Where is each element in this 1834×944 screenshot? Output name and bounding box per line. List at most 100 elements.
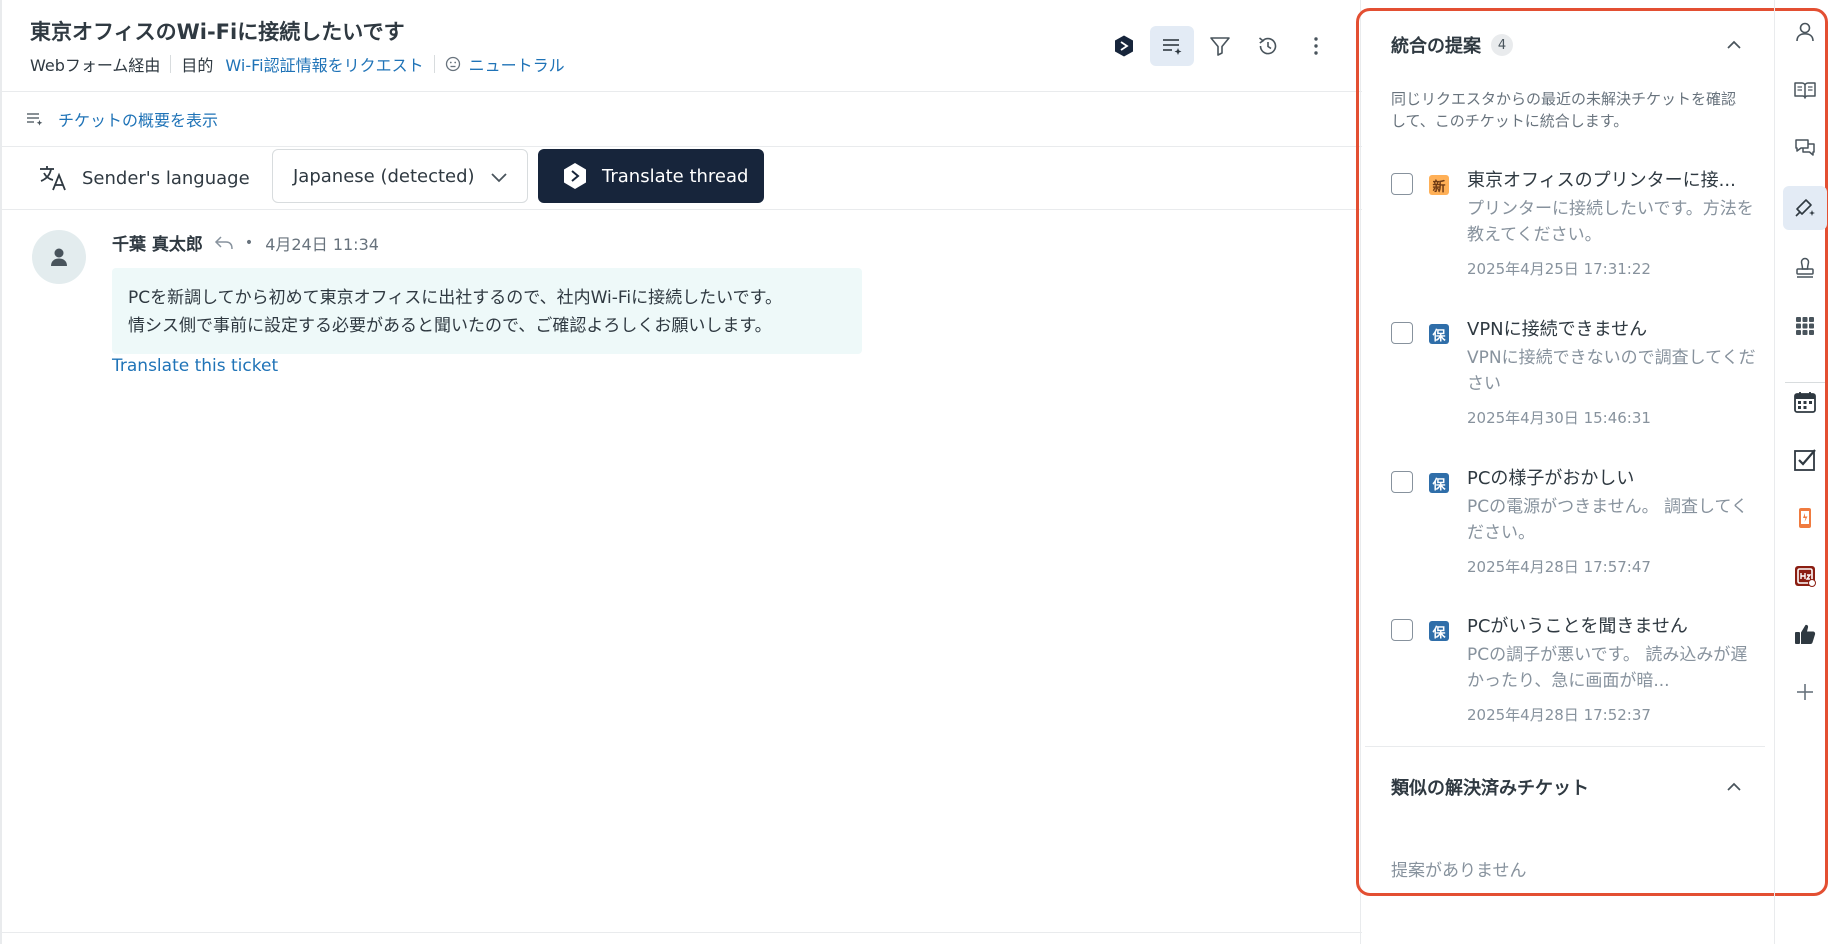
suggestion-date: 2025年4月30日 15:46:31 bbox=[1467, 409, 1651, 427]
ticket-toolbar bbox=[1102, 26, 1342, 66]
translate-thread-label: Translate thread bbox=[602, 165, 749, 187]
calendar-icon bbox=[1794, 392, 1816, 413]
copilot-button[interactable] bbox=[1102, 26, 1146, 66]
ticket-summary-row[interactable]: チケットの概要を表示 bbox=[2, 92, 1362, 147]
thumbs-up-icon bbox=[1795, 624, 1816, 644]
history-button[interactable] bbox=[1246, 26, 1290, 66]
suggestion-date: 2025年4月25日 17:31:22 bbox=[1467, 260, 1651, 278]
sentiment-indicator[interactable]: ニュートラル bbox=[445, 52, 565, 76]
checklist-icon bbox=[1794, 449, 1816, 471]
rail-feedback-button[interactable] bbox=[1789, 618, 1821, 650]
apps-grid-icon bbox=[1796, 317, 1814, 335]
context-panel: 統合の提案 4 同じリクエスタからの最近の未解決チケットを確認して、このチケット… bbox=[1360, 0, 1774, 944]
translate-thread-button[interactable]: Translate thread bbox=[538, 149, 764, 203]
suggestion-body: VPNに接続できないので調査してください bbox=[1467, 348, 1756, 394]
no-suggestions-text: 提案がありません bbox=[1391, 861, 1527, 881]
channel-label: Webフォーム経由 bbox=[30, 56, 161, 75]
knowledge-icon bbox=[1794, 82, 1816, 99]
summary-sparkle-icon bbox=[27, 113, 43, 126]
suggestion-title[interactable]: VPNに接続できません bbox=[1467, 315, 1757, 341]
divider bbox=[1785, 382, 1825, 383]
divider bbox=[170, 55, 172, 73]
purpose-link[interactable]: Wi-Fi認証情報をリクエスト bbox=[225, 52, 423, 76]
chevron-up-icon[interactable] bbox=[1723, 776, 1745, 798]
ticket-header: 東京オフィスのWi-Fiに接続したいです Webフォーム経由 目的 Wi-Fi認… bbox=[2, 0, 1362, 92]
conversations-icon bbox=[1795, 139, 1815, 156]
rail-user-button[interactable] bbox=[1789, 16, 1821, 48]
ticket-title: 東京オフィスのWi-Fiに接続したいです bbox=[30, 20, 405, 44]
similar-tickets-title: 類似の解決済みチケット bbox=[1391, 778, 1589, 799]
suggestion-date: 2025年4月28日 17:57:47 bbox=[1467, 558, 1651, 576]
sentiment-label: ニュートラル bbox=[468, 56, 565, 75]
suggestion-checkbox[interactable] bbox=[1391, 619, 1413, 641]
status-badge: 新 bbox=[1429, 175, 1449, 195]
add-icon bbox=[1797, 684, 1813, 700]
similar-tickets-header[interactable]: 類似の解決済みチケット bbox=[1391, 774, 1589, 800]
merge-suggestions-title: 統合の提案 bbox=[1391, 36, 1481, 57]
suggestion-body: PCの電源がつきません。 調査してください。 bbox=[1467, 497, 1748, 543]
suggestion-date: 2025年4月28日 17:52:37 bbox=[1467, 706, 1651, 724]
rail-intelligence-button[interactable] bbox=[1783, 186, 1827, 230]
context-icon-rail bbox=[1774, 0, 1834, 944]
status-badge: 保 bbox=[1429, 324, 1449, 344]
rail-mobile-app-button[interactable] bbox=[1789, 502, 1821, 534]
translation-bar: Sender's language Japanese (detected) Tr… bbox=[2, 147, 1362, 210]
suggestion-checkbox[interactable] bbox=[1391, 322, 1413, 344]
language-select[interactable]: Japanese (detected) bbox=[272, 149, 528, 203]
rail-add-button[interactable] bbox=[1789, 676, 1821, 708]
rail-stamp-button[interactable] bbox=[1789, 252, 1821, 284]
suggestion-title[interactable]: 東京オフィスのプリンターに接... bbox=[1467, 166, 1757, 192]
suggestion-checkbox[interactable] bbox=[1391, 173, 1413, 195]
message-line: 情シス側で事前に設定する必要があると聞いたので、ご確認よろしくお願いします。 bbox=[128, 316, 772, 336]
suggestion-body: PCの調子が悪いです。 読み込みが遅かったり、急に画面が暗... bbox=[1467, 645, 1748, 691]
filter-button[interactable] bbox=[1198, 26, 1242, 66]
copilot-icon bbox=[1115, 35, 1133, 57]
merge-suggestion-item[interactable]: 保 VPNに接続できません VPNに接続できないので調査してください 2025年… bbox=[1391, 315, 1761, 433]
avatar[interactable] bbox=[32, 230, 86, 284]
divider bbox=[1365, 746, 1765, 747]
rail-apps-button[interactable] bbox=[1789, 310, 1821, 342]
translate-ticket-link[interactable]: Translate this ticket bbox=[112, 356, 278, 376]
sender-language-label: Sender's language bbox=[38, 163, 250, 193]
merge-description: 同じリクエスタからの最近の未解決チケットを確認して、このチケットに統合します。 bbox=[1391, 90, 1737, 130]
rail-tasks-button[interactable] bbox=[1789, 444, 1821, 476]
status-badge: 保 bbox=[1429, 473, 1449, 493]
message-header: 千葉 真太郎 • 4月24日 11:34 bbox=[112, 230, 379, 256]
filter-icon bbox=[1210, 37, 1230, 56]
merge-suggestion-item[interactable]: 新 東京オフィスのプリンターに接... プリンターに接続したいです。方法を教えて… bbox=[1391, 166, 1761, 284]
purpose-label: 目的 bbox=[181, 56, 214, 75]
chevron-down-icon bbox=[491, 173, 507, 183]
user-icon bbox=[1796, 22, 1814, 42]
stamp-icon bbox=[1796, 257, 1814, 278]
message-body: PCを新調してから初めて東京オフィスに出社するので、社内Wi-Fiに接続したいで… bbox=[112, 268, 862, 354]
merge-suggestion-item[interactable]: 保 PCがいうことを聞きません PCの調子が悪いです。 読み込みが遅かったり、急… bbox=[1391, 612, 1761, 730]
merge-suggestion-item[interactable]: 保 PCの様子がおかしい PCの電源がつきません。 調査してください。 2025… bbox=[1391, 464, 1761, 582]
chevron-up-icon[interactable] bbox=[1723, 34, 1745, 56]
rail-knowledge-button[interactable] bbox=[1789, 74, 1821, 106]
divider bbox=[2, 932, 1362, 933]
suggestion-title[interactable]: PCがいうことを聞きません bbox=[1467, 612, 1757, 638]
merge-suggestions-header[interactable]: 統合の提案 4 bbox=[1391, 32, 1513, 58]
intelligence-icon bbox=[1795, 199, 1815, 217]
more-options-button[interactable] bbox=[1294, 26, 1338, 66]
show-summary-link[interactable]: チケットの概要を表示 bbox=[58, 107, 218, 131]
status-badge: 保 bbox=[1429, 621, 1449, 641]
ticket-summary-button[interactable] bbox=[1150, 26, 1194, 66]
suggestion-count-badge: 4 bbox=[1491, 34, 1513, 56]
history-icon bbox=[1259, 37, 1277, 55]
copilot-icon bbox=[564, 163, 586, 189]
user-icon bbox=[51, 248, 67, 266]
mobile-app-icon bbox=[1799, 508, 1811, 528]
neutral-face-icon bbox=[445, 56, 460, 72]
divider bbox=[433, 55, 435, 73]
rail-conversations-button[interactable] bbox=[1789, 132, 1821, 164]
rail-app-logo-button[interactable] bbox=[1789, 560, 1821, 592]
sender-name[interactable]: 千葉 真太郎 bbox=[112, 230, 203, 255]
rail-calendar-button[interactable] bbox=[1789, 386, 1821, 418]
translate-icon bbox=[40, 166, 66, 191]
suggestion-title[interactable]: PCの様子がおかしい bbox=[1467, 464, 1757, 490]
app-logo-icon bbox=[1795, 566, 1816, 587]
reply-icon bbox=[214, 235, 233, 249]
ticket-main: 東京オフィスのWi-Fiに接続したいです Webフォーム経由 目的 Wi-Fi認… bbox=[0, 0, 1362, 944]
suggestion-checkbox[interactable] bbox=[1391, 471, 1413, 493]
